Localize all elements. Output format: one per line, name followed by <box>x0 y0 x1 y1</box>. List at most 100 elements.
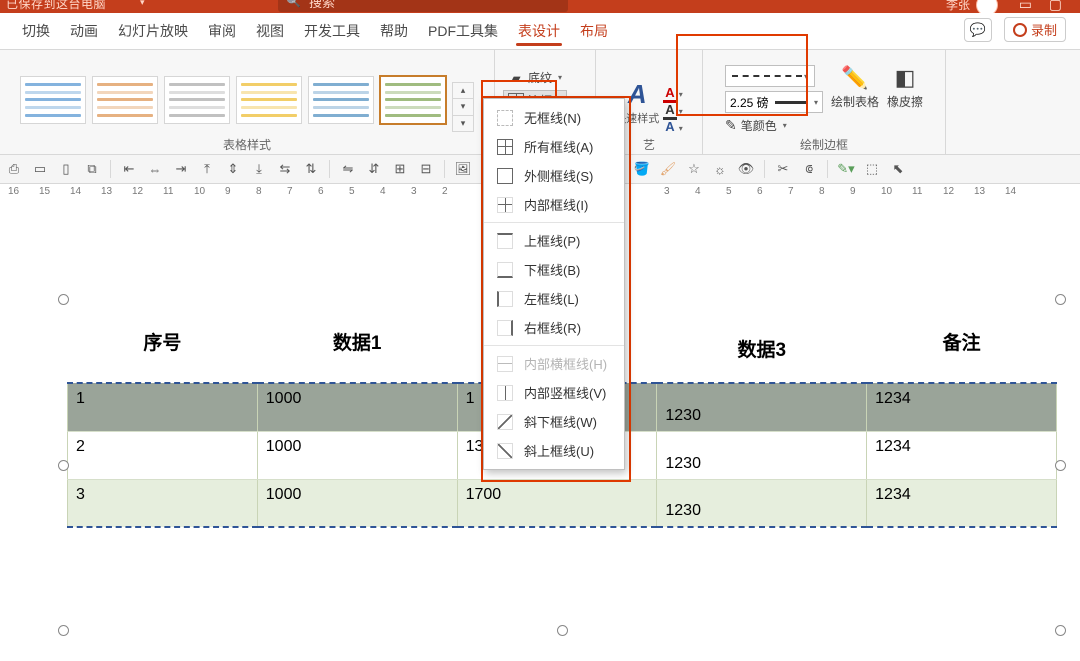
qat-merge[interactable]: ⊞ <box>390 159 410 179</box>
table-style-gallery[interactable]: ▴▾▾ <box>16 70 478 134</box>
tab-动画[interactable]: 动画 <box>60 13 108 49</box>
table-cell[interactable]: 1234 <box>867 383 1057 431</box>
border-menu-item[interactable]: 内部竖框线(V) <box>484 378 624 407</box>
table-style-swatch[interactable] <box>380 76 446 124</box>
table-row[interactable]: 31000170012301234 <box>68 479 1057 527</box>
table-style-swatch[interactable] <box>20 76 86 124</box>
border-menu-item[interactable]: 无框线(N) <box>484 103 624 132</box>
qat2-crop2[interactable]: ⟃ <box>799 159 819 179</box>
table-header[interactable]: 备注 <box>867 301 1057 383</box>
qat2-pen[interactable]: ✎▾ <box>836 159 856 179</box>
search-box[interactable]: 🔍 搜索 <box>278 0 568 12</box>
table-cell[interactable]: 1000 <box>257 479 457 527</box>
table-cell[interactable]: 1230 <box>657 479 867 527</box>
qat-btn-4[interactable]: ⧉ <box>82 159 102 179</box>
qat-dist-h[interactable]: ⇆ <box>275 159 295 179</box>
tab-帮助[interactable]: 帮助 <box>370 13 418 49</box>
draw-table-button[interactable]: ✏️绘制表格 <box>831 65 879 134</box>
table-cell[interactable]: 1234 <box>867 479 1057 527</box>
tab-布局[interactable]: 布局 <box>570 13 618 49</box>
gallery-more-button[interactable]: ▴▾▾ <box>452 82 474 132</box>
quick-style-icon[interactable]: A <box>620 79 654 110</box>
window-icon-2[interactable]: ▢ <box>1049 0 1062 13</box>
qat2-cursor[interactable]: ⬉ <box>888 159 908 179</box>
window-icon-1[interactable]: ▭ <box>1019 0 1032 13</box>
tab-视图[interactable]: 视图 <box>246 13 294 49</box>
table-style-swatch[interactable] <box>308 76 374 124</box>
user-avatar[interactable] <box>976 0 998 13</box>
tab-表设计[interactable]: 表设计 <box>508 13 570 49</box>
table-cell[interactable]: 1234 <box>867 431 1057 479</box>
chevron-down-icon: ▾ <box>814 98 818 107</box>
qat2-brush[interactable]: 🖌 <box>658 159 678 179</box>
qat-btn-2[interactable]: ▭ <box>30 159 50 179</box>
qat2-crop[interactable]: ✂ <box>773 159 793 179</box>
qat-split[interactable]: ⊟ <box>416 159 436 179</box>
qat2-sun[interactable]: ☼ <box>710 159 730 179</box>
chevron-down-icon: ▾ <box>783 121 787 130</box>
border-menu-item[interactable]: 内部框线(I) <box>484 190 624 219</box>
border-menu-item[interactable]: 右框线(R) <box>484 313 624 342</box>
qat-align-mid[interactable]: ⇕ <box>223 159 243 179</box>
table-cell[interactable]: 1230 <box>657 383 867 431</box>
qat-align-right[interactable]: ⇥ <box>171 159 191 179</box>
table-cell[interactable]: 1700 <box>457 479 657 527</box>
table-cell[interactable]: 1000 <box>257 431 457 479</box>
pen-weight-dropdown[interactable]: 2.25 磅▾ <box>725 91 823 113</box>
qat-flip-v[interactable]: ⇵ <box>364 159 384 179</box>
eraser-button[interactable]: ◧橡皮擦 <box>887 65 923 134</box>
qat-align-center[interactable]: ⇔ <box>145 159 165 179</box>
text-effects-button[interactable]: A▾ <box>663 119 682 134</box>
border-menu-item: 内部横框线(H) <box>484 349 624 378</box>
tab-审阅[interactable]: 审阅 <box>198 13 246 49</box>
table-style-swatch[interactable] <box>236 76 302 124</box>
qat-btn-3[interactable]: ▯ <box>56 159 76 179</box>
text-fill-button[interactable]: A▾ <box>663 85 682 100</box>
qat-btn-1[interactable]: ⎙ <box>4 159 24 179</box>
table-style-swatch[interactable] <box>92 76 158 124</box>
border-dropdown-menu: 无框线(N)所有框线(A)外侧框线(S)内部框线(I) 上框线(P)下框线(B)左… <box>483 98 625 470</box>
table-cell[interactable]: 1 <box>68 383 258 431</box>
text-outline-button[interactable]: A▾ <box>663 102 682 117</box>
border-menu-item[interactable]: 所有框线(A) <box>484 132 624 161</box>
border-menu-item[interactable]: 左框线(L) <box>484 284 624 313</box>
qat-flip-h[interactable]: ⇋ <box>338 159 358 179</box>
title-bar: 已保存到这台电脑 ▾ 🔍 搜索 李张 ▭ ▢ <box>0 0 1080 13</box>
table-cell[interactable]: 1000 <box>257 383 457 431</box>
table-cell[interactable]: 2 <box>68 431 258 479</box>
border-menu-item[interactable]: 斜上框线(U) <box>484 436 624 465</box>
table-cell[interactable]: 3 <box>68 479 258 527</box>
tab-PDF工具集[interactable]: PDF工具集 <box>418 13 508 49</box>
table-style-swatch[interactable] <box>164 76 230 124</box>
tab-开发工具[interactable]: 开发工具 <box>294 13 370 49</box>
tab-幻灯片放映[interactable]: 幻灯片放映 <box>108 13 198 49</box>
qat-align-bot[interactable]: ⤓ <box>249 159 269 179</box>
pen-weight-preview <box>775 101 806 104</box>
table-header[interactable]: 数据1 <box>257 301 457 383</box>
table-header[interactable]: 序号 <box>68 301 258 383</box>
qat-align-top[interactable]: ⤒ <box>197 159 217 179</box>
qat2-bucket[interactable]: 🪣 <box>632 159 652 179</box>
group-table-styles: ▴▾▾ 表格样式 <box>0 50 495 154</box>
border-menu-item[interactable]: 下框线(B) <box>484 255 624 284</box>
table-header[interactable]: 数据3 <box>657 301 867 383</box>
qat-dist-v[interactable]: ⇅ <box>301 159 321 179</box>
comments-button[interactable]: 💬 <box>964 18 992 42</box>
qat-align-left[interactable]: ⇤ <box>119 159 139 179</box>
qat2-star[interactable]: ☆ <box>684 159 704 179</box>
record-button[interactable]: 录制 <box>1004 17 1066 42</box>
title-drop-icon[interactable]: ▾ <box>140 0 145 8</box>
shading-button[interactable]: ▰底纹▾ <box>503 67 567 88</box>
qat2-eye[interactable]: 👁 <box>736 159 756 179</box>
tab-home-hint[interactable] <box>4 13 12 49</box>
qat2-select[interactable]: ⬚ <box>862 159 882 179</box>
qat-image[interactable]: 🖼 <box>453 159 473 179</box>
user-name[interactable]: 李张 <box>946 0 970 13</box>
border-menu-item[interactable]: 上框线(P) <box>484 226 624 255</box>
pen-style-dropdown[interactable]: ▾ <box>725 65 815 87</box>
tab-切换[interactable]: 切换 <box>12 13 60 49</box>
table-cell[interactable]: 1230 <box>657 431 867 479</box>
pen-color-button[interactable]: ✎笔颜色▾ <box>725 117 823 134</box>
border-menu-item[interactable]: 外侧框线(S) <box>484 161 624 190</box>
border-menu-item[interactable]: 斜下框线(W) <box>484 407 624 436</box>
